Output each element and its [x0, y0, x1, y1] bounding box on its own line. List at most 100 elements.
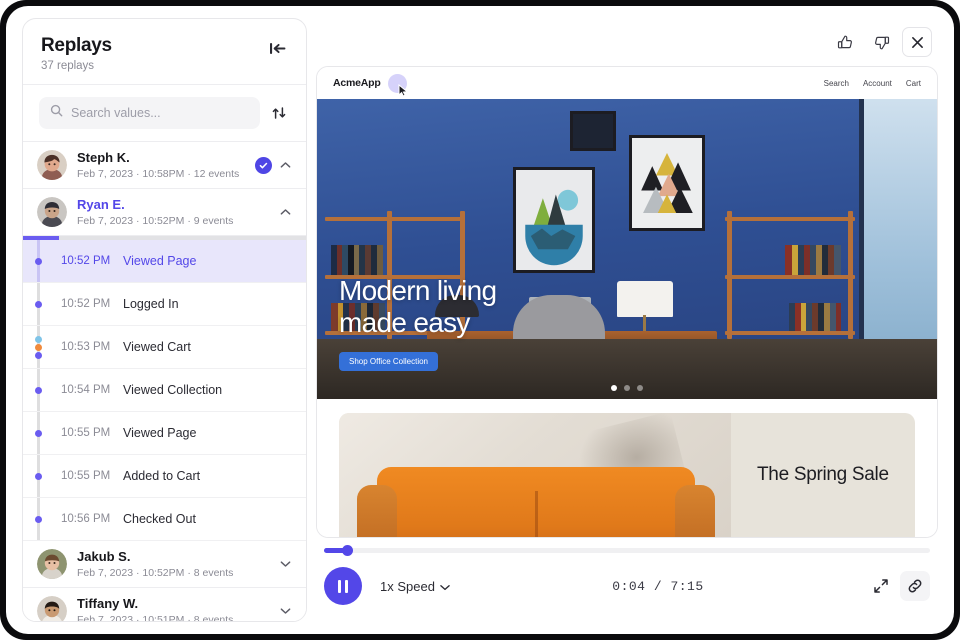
- avatar: [37, 197, 67, 227]
- player-right-actions: [866, 571, 930, 601]
- hero-cta-button[interactable]: Shop Office Collection: [339, 352, 439, 371]
- thumbs-up-icon[interactable]: [830, 27, 860, 57]
- pause-icon[interactable]: [324, 567, 362, 605]
- list-item[interactable]: Tiffany W. Feb 7, 2023 · 10:51PM · 8 eve…: [23, 588, 306, 621]
- user-name: Tiffany W.: [77, 596, 139, 612]
- site-nav-cart[interactable]: Cart: [906, 79, 921, 88]
- table-row[interactable]: 10:55 PM Added to Cart: [23, 455, 306, 498]
- chevron-down-icon[interactable]: [279, 558, 292, 571]
- page-title: Replays: [41, 35, 112, 56]
- carousel-dot[interactable]: [624, 385, 630, 391]
- thumbs-down-icon[interactable]: [866, 27, 896, 57]
- carousel-dots[interactable]: [317, 385, 937, 391]
- site-brand: AcmeApp: [333, 77, 381, 89]
- list-item[interactable]: Steph K. Feb 7, 2023 · 10:58PM · 12 even…: [23, 142, 306, 189]
- search-icon: [50, 104, 63, 122]
- sofa-arm-left: [357, 485, 397, 537]
- carousel-dot[interactable]: [637, 385, 643, 391]
- search-box[interactable]: [39, 97, 260, 129]
- table-row[interactable]: 10:52 PM Viewed Page: [23, 240, 306, 283]
- user-name: Ryan E.: [77, 197, 125, 213]
- site-nav-links: Search Account Cart: [824, 79, 921, 88]
- event-name: Logged In: [123, 297, 179, 311]
- table-row[interactable]: 10:52 PM Logged In: [23, 283, 306, 326]
- hero-headline-line1: Modern living: [339, 275, 497, 307]
- site-nav-search[interactable]: Search: [824, 79, 849, 88]
- event-name: Viewed Page: [123, 254, 197, 268]
- transport-controls: 1x Speed 0:04 / 7:15: [324, 567, 930, 605]
- event-time: 10:53 PM: [61, 341, 111, 353]
- progress-bar[interactable]: [324, 545, 930, 556]
- event-time: 10:52 PM: [61, 255, 111, 267]
- shelf-board: [325, 217, 465, 221]
- sort-arrows-icon[interactable]: [268, 102, 290, 124]
- carousel-dot[interactable]: [611, 385, 617, 391]
- table-row[interactable]: 10:55 PM Viewed Page: [23, 412, 306, 455]
- event-time: 10:55 PM: [61, 427, 111, 439]
- user-meta: Feb 7, 2023 · 10:52PM · 8 events: [77, 566, 234, 579]
- event-dot: [35, 386, 42, 394]
- promo-text: The Spring Sale: [731, 413, 915, 537]
- sofa-photo: [339, 413, 731, 537]
- link-icon[interactable]: [900, 571, 930, 601]
- user-name: Steph K.: [77, 150, 130, 166]
- sofa-seam: [535, 491, 538, 537]
- shelf-post: [727, 211, 732, 339]
- hero-banner: Modern living made easy Shop Office Coll…: [317, 99, 937, 399]
- chevron-down-icon: [440, 579, 450, 594]
- event-dot: [35, 257, 42, 265]
- promo-title: The Spring Sale: [757, 464, 889, 485]
- wall-art-mountains: [513, 167, 595, 273]
- event-time: 10:52 PM: [61, 298, 111, 310]
- wall-art-small: [570, 111, 616, 151]
- replays-sidebar: Replays 37 replays Search values... Step…: [22, 18, 307, 622]
- promo-card[interactable]: The Spring Sale: [339, 413, 915, 537]
- event-name: Viewed Collection: [123, 383, 223, 397]
- table-row[interactable]: 10:56 PM Checked Out: [23, 498, 306, 541]
- event-time: 10:56 PM: [61, 513, 111, 525]
- list-item[interactable]: Ryan E. Feb 7, 2023 · 10:52PM · 9 events: [23, 189, 306, 236]
- list-item[interactable]: Jakub S. Feb 7, 2023 · 10:52PM · 8 event…: [23, 541, 306, 588]
- event-time: 10:54 PM: [61, 384, 111, 396]
- total-time: 7:15: [670, 578, 704, 594]
- verified-check-icon: [255, 156, 272, 174]
- progress-knob[interactable]: [342, 545, 353, 556]
- chevron-down-icon[interactable]: [279, 605, 292, 618]
- player-controls: 1x Speed 0:04 / 7:15: [316, 538, 938, 622]
- event-timeline: 10:52 PM Viewed Page 10:52 PM Logged In …: [23, 240, 306, 541]
- event-dot: [35, 515, 42, 523]
- sidebar-search-row: [23, 85, 306, 142]
- shelf-post: [848, 211, 853, 339]
- expand-icon[interactable]: [866, 571, 896, 601]
- shelf-board: [725, 275, 855, 279]
- replay-count: 37 replays: [41, 60, 95, 72]
- avatar: [37, 549, 67, 579]
- table-lamp-shade: [617, 281, 673, 317]
- event-dot: [35, 300, 42, 308]
- user-meta: Feb 7, 2023 · 10:52PM · 9 events: [77, 214, 234, 227]
- user-name: Jakub S.: [77, 549, 131, 565]
- recorded-site-navbar: AcmeApp Search Account Cart: [317, 67, 937, 99]
- collapse-panel-icon[interactable]: [266, 37, 288, 59]
- replay-cursor-highlight: [387, 73, 408, 97]
- hero-text: Modern living made easy Shop Office Coll…: [339, 275, 497, 371]
- user-meta: Feb 7, 2023 · 10:51PM · 8 events: [77, 613, 234, 621]
- site-nav-account[interactable]: Account: [863, 79, 892, 88]
- replay-player-panel: AcmeApp Search Account Cart Modern livin…: [316, 18, 938, 622]
- event-name: Viewed Cart: [123, 340, 191, 354]
- event-dot-group: [35, 335, 42, 359]
- search-input[interactable]: [71, 106, 249, 120]
- books-graphic: [785, 245, 841, 275]
- speed-selector[interactable]: 1x Speed: [380, 579, 450, 594]
- chevron-up-icon[interactable]: [279, 206, 292, 219]
- user-meta: Feb 7, 2023 · 10:58PM · 12 events: [77, 167, 240, 180]
- current-time: 0:04: [612, 578, 646, 594]
- shelf-board: [725, 331, 855, 335]
- table-row[interactable]: 10:54 PM Viewed Collection: [23, 369, 306, 412]
- sidebar-header: Replays 37 replays: [23, 19, 306, 85]
- avatar: [37, 596, 67, 621]
- table-row[interactable]: 10:53 PM Viewed Cart: [23, 326, 306, 369]
- chevron-up-icon[interactable]: [279, 159, 292, 172]
- close-icon[interactable]: [902, 27, 932, 57]
- shelf-board: [725, 217, 855, 221]
